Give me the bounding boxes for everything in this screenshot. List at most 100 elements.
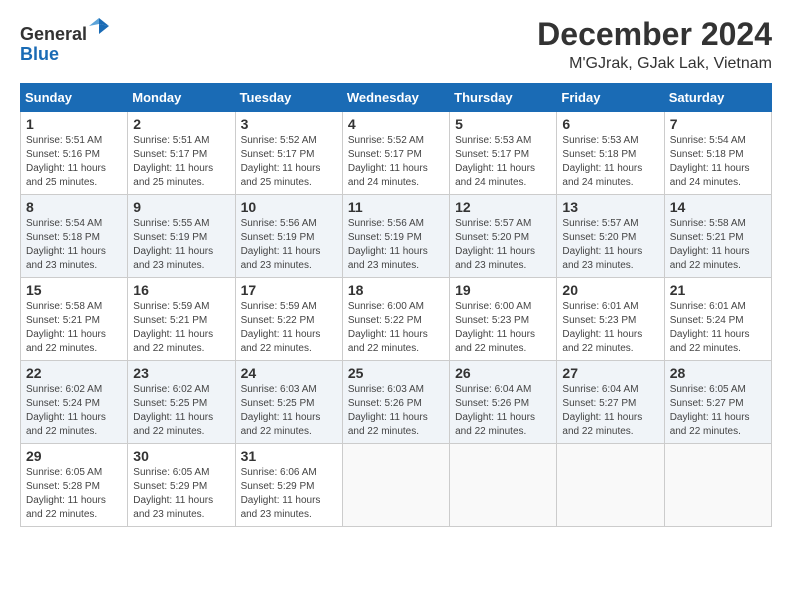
calendar-day-cell: 4 Sunrise: 5:52 AM Sunset: 5:17 PM Daylig… <box>342 112 449 195</box>
day-number: 13 <box>562 199 658 215</box>
calendar-day-cell: 21 Sunrise: 6:01 AM Sunset: 5:24 PM Dayli… <box>664 278 771 361</box>
calendar-day-cell: 30Sunrise: 6:05 AM Sunset: 5:29 PM Dayli… <box>128 444 235 527</box>
day-info: Sunrise: 5:53 AM Sunset: 5:18 PM Dayligh… <box>562 134 658 190</box>
day-number: 20 <box>562 282 658 298</box>
calendar-day-cell: 27 Sunrise: 6:04 AM Sunset: 5:27 PM Dayli… <box>557 361 664 444</box>
day-info: Sunrise: 6:05 AM Sunset: 5:27 PM Dayligh… <box>670 383 766 439</box>
day-info: Sunrise: 5:57 AM Sunset: 5:20 PM Dayligh… <box>455 217 551 273</box>
day-info: Sunrise: 6:02 AM Sunset: 5:25 PM Dayligh… <box>133 383 229 439</box>
day-number: 24 <box>241 365 337 381</box>
calendar-header-friday: Friday <box>557 84 664 112</box>
calendar-day-cell: 24Sunrise: 6:03 AM Sunset: 5:25 PM Dayli… <box>235 361 342 444</box>
day-number: 17 <box>241 282 337 298</box>
calendar-header-monday: Monday <box>128 84 235 112</box>
day-number: 11 <box>348 199 444 215</box>
day-number: 25 <box>348 365 444 381</box>
calendar-header-row: SundayMondayTuesdayWednesdayThursdayFrid… <box>21 84 772 112</box>
calendar-day-cell: 31 Sunrise: 6:06 AM Sunset: 5:29 PM Dayli… <box>235 444 342 527</box>
calendar-day-cell: 14 Sunrise: 5:58 AM Sunset: 5:21 PM Dayli… <box>664 195 771 278</box>
day-number: 31 <box>241 448 337 464</box>
calendar-day-cell: 8 Sunrise: 5:54 AM Sunset: 5:18 PM Daylig… <box>21 195 128 278</box>
title-section: December 2024 M'GJrak, GJak Lak, Vietnam <box>537 16 772 73</box>
day-number: 4 <box>348 116 444 132</box>
day-info: Sunrise: 5:53 AM Sunset: 5:17 PM Dayligh… <box>455 134 551 190</box>
calendar-day-cell: 29 Sunrise: 6:05 AM Sunset: 5:28 PM Dayli… <box>21 444 128 527</box>
calendar-header-thursday: Thursday <box>450 84 557 112</box>
calendar-day-cell: 6Sunrise: 5:53 AM Sunset: 5:18 PM Daylig… <box>557 112 664 195</box>
logo-blue: Blue <box>20 44 59 64</box>
calendar-day-cell <box>664 444 771 527</box>
day-number: 22 <box>26 365 122 381</box>
day-info: Sunrise: 6:03 AM Sunset: 5:26 PM Dayligh… <box>348 383 444 439</box>
logo-text: General <box>20 16 109 45</box>
day-info: Sunrise: 6:01 AM Sunset: 5:24 PM Dayligh… <box>670 300 766 356</box>
page-title: December 2024 <box>537 16 772 53</box>
calendar-week-row: 1 Sunrise: 5:51 AM Sunset: 5:16 PM Daylig… <box>21 112 772 195</box>
day-info: Sunrise: 6:04 AM Sunset: 5:26 PM Dayligh… <box>455 383 551 439</box>
calendar-day-cell: 15 Sunrise: 5:58 AM Sunset: 5:21 PM Dayli… <box>21 278 128 361</box>
calendar-day-cell: 22 Sunrise: 6:02 AM Sunset: 5:24 PM Dayli… <box>21 361 128 444</box>
day-number: 5 <box>455 116 551 132</box>
day-info: Sunrise: 5:59 AM Sunset: 5:22 PM Dayligh… <box>241 300 337 356</box>
calendar-day-cell: 1 Sunrise: 5:51 AM Sunset: 5:16 PM Daylig… <box>21 112 128 195</box>
calendar-day-cell: 10 Sunrise: 5:56 AM Sunset: 5:19 PM Dayli… <box>235 195 342 278</box>
calendar-week-row: 29 Sunrise: 6:05 AM Sunset: 5:28 PM Dayli… <box>21 444 772 527</box>
calendar-day-cell <box>450 444 557 527</box>
day-number: 23 <box>133 365 229 381</box>
calendar-day-cell: 28 Sunrise: 6:05 AM Sunset: 5:27 PM Dayli… <box>664 361 771 444</box>
calendar-header-sunday: Sunday <box>21 84 128 112</box>
day-info: Sunrise: 6:06 AM Sunset: 5:29 PM Dayligh… <box>241 466 337 522</box>
day-number: 7 <box>670 116 766 132</box>
day-info: Sunrise: 6:00 AM Sunset: 5:22 PM Dayligh… <box>348 300 444 356</box>
day-number: 18 <box>348 282 444 298</box>
day-number: 15 <box>26 282 122 298</box>
calendar-day-cell: 20Sunrise: 6:01 AM Sunset: 5:23 PM Dayli… <box>557 278 664 361</box>
day-info: Sunrise: 5:54 AM Sunset: 5:18 PM Dayligh… <box>26 217 122 273</box>
day-info: Sunrise: 6:05 AM Sunset: 5:28 PM Dayligh… <box>26 466 122 522</box>
day-number: 8 <box>26 199 122 215</box>
day-info: Sunrise: 5:55 AM Sunset: 5:19 PM Dayligh… <box>133 217 229 273</box>
day-number: 27 <box>562 365 658 381</box>
day-number: 29 <box>26 448 122 464</box>
header: General Blue December 2024 M'GJrak, GJak… <box>20 16 772 73</box>
calendar-day-cell: 2 Sunrise: 5:51 AM Sunset: 5:17 PM Daylig… <box>128 112 235 195</box>
day-info: Sunrise: 5:56 AM Sunset: 5:19 PM Dayligh… <box>348 217 444 273</box>
day-number: 1 <box>26 116 122 132</box>
calendar-day-cell: 25 Sunrise: 6:03 AM Sunset: 5:26 PM Dayli… <box>342 361 449 444</box>
logo-blue-text: Blue <box>20 45 109 65</box>
day-number: 19 <box>455 282 551 298</box>
day-info: Sunrise: 6:02 AM Sunset: 5:24 PM Dayligh… <box>26 383 122 439</box>
day-info: Sunrise: 6:00 AM Sunset: 5:23 PM Dayligh… <box>455 300 551 356</box>
day-number: 10 <box>241 199 337 215</box>
calendar-day-cell: 9 Sunrise: 5:55 AM Sunset: 5:19 PM Daylig… <box>128 195 235 278</box>
day-info: Sunrise: 5:56 AM Sunset: 5:19 PM Dayligh… <box>241 217 337 273</box>
day-number: 26 <box>455 365 551 381</box>
day-number: 21 <box>670 282 766 298</box>
day-number: 2 <box>133 116 229 132</box>
day-info: Sunrise: 5:58 AM Sunset: 5:21 PM Dayligh… <box>670 217 766 273</box>
calendar-day-cell <box>342 444 449 527</box>
calendar-week-row: 15 Sunrise: 5:58 AM Sunset: 5:21 PM Dayli… <box>21 278 772 361</box>
main-container: General Blue December 2024 M'GJrak, GJak… <box>0 0 792 537</box>
day-info: Sunrise: 5:51 AM Sunset: 5:17 PM Dayligh… <box>133 134 229 190</box>
day-info: Sunrise: 5:51 AM Sunset: 5:16 PM Dayligh… <box>26 134 122 190</box>
calendar-week-row: 22 Sunrise: 6:02 AM Sunset: 5:24 PM Dayli… <box>21 361 772 444</box>
logo: General Blue <box>20 16 109 65</box>
day-info: Sunrise: 5:52 AM Sunset: 5:17 PM Dayligh… <box>348 134 444 190</box>
logo-bird-icon <box>89 16 109 40</box>
calendar-header-saturday: Saturday <box>664 84 771 112</box>
day-number: 28 <box>670 365 766 381</box>
day-info: Sunrise: 5:58 AM Sunset: 5:21 PM Dayligh… <box>26 300 122 356</box>
day-info: Sunrise: 6:04 AM Sunset: 5:27 PM Dayligh… <box>562 383 658 439</box>
day-info: Sunrise: 5:52 AM Sunset: 5:17 PM Dayligh… <box>241 134 337 190</box>
calendar-day-cell: 26 Sunrise: 6:04 AM Sunset: 5:26 PM Dayli… <box>450 361 557 444</box>
day-number: 9 <box>133 199 229 215</box>
logo-general: General <box>20 24 87 44</box>
day-info: Sunrise: 5:57 AM Sunset: 5:20 PM Dayligh… <box>562 217 658 273</box>
page-subtitle: M'GJrak, GJak Lak, Vietnam <box>537 55 772 73</box>
calendar-week-row: 8 Sunrise: 5:54 AM Sunset: 5:18 PM Daylig… <box>21 195 772 278</box>
day-number: 16 <box>133 282 229 298</box>
day-number: 14 <box>670 199 766 215</box>
calendar-day-cell: 19 Sunrise: 6:00 AM Sunset: 5:23 PM Dayli… <box>450 278 557 361</box>
day-number: 3 <box>241 116 337 132</box>
